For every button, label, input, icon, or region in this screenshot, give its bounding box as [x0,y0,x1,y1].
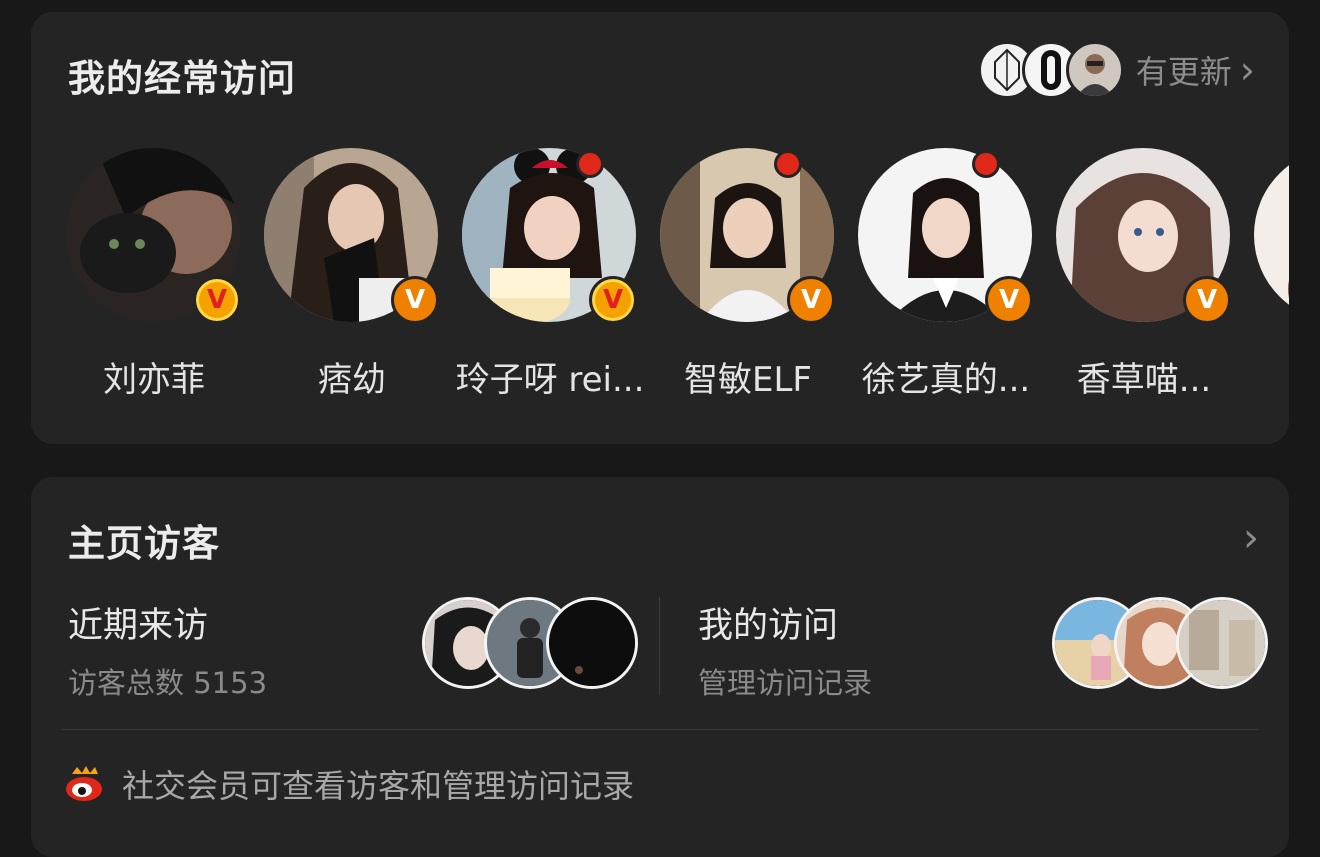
updates-link[interactable]: 有更新 › [977,38,1255,102]
update-avatar-stack [977,41,1124,99]
new-update-dot [576,150,604,178]
homepage-visitors-card: 主页访客 › 近期来访 访客总数 5153 我的访问 管理访问记录 社交会员可查… [31,477,1289,857]
frequent-visits-card: 我的经常访问 有更新 › V 刘亦菲 V 痞幼 V 玲子呀 rei... V 智… [31,12,1289,444]
visitor-avatar [546,597,638,689]
promo-text: 社交会员可查看访客和管理访问记录 [122,767,635,805]
frequent-name: 香草喵... [1076,360,1212,400]
chevron-right-icon[interactable]: › [1243,515,1259,561]
verified-badge-icon: V [589,276,637,324]
update-avatar [1065,41,1124,99]
recent-visitors-title: 近期来访 [68,606,209,646]
my-visits[interactable]: 我的访问 管理访问记录 [698,597,872,702]
verified-badge-icon: V [1183,276,1231,324]
recent-visitor-avatars[interactable] [422,597,638,689]
frequent-name: 玲子呀 rei... [455,360,645,400]
frequent-list: V 刘亦菲 V 痞幼 V 玲子呀 rei... V 智敏ELF V 徐艺真的..… [31,148,1289,418]
frequent-name: 徐艺真的... [861,360,1031,400]
frequent-name: 刘亦菲 [103,360,205,400]
new-update-dot [774,150,802,178]
manage-visits-link: 管理访问记录 [698,666,873,700]
frequent-name: 传奇 [1239,352,1289,401]
updates-label: 有更新 [1135,53,1232,91]
verified-badge-icon: V [985,276,1033,324]
chevron-right-icon: › [1239,48,1255,92]
member-promo[interactable]: 社交会员可查看访客和管理访问记录 [64,761,634,807]
verified-badge-icon: V [193,276,241,324]
verified-badge-icon: V [787,276,835,324]
recent-visitors[interactable]: 近期来访 访客总数 5153 [68,597,267,702]
frequent-name: 智敏ELF [684,360,812,400]
frequent-visits-title: 我的经常访问 [68,57,296,100]
new-update-dot [972,150,1000,178]
avatar [1254,148,1289,322]
visitors-title: 主页访客 [68,522,220,565]
my-visit-avatars[interactable] [1052,597,1268,689]
section-divider [62,729,1258,730]
frequent-name: 痞幼 [318,360,386,400]
verified-badge-icon: V [391,276,439,324]
weibo-logo-icon [66,766,102,801]
visited-avatar [1176,597,1268,689]
visitor-total: 访客总数 5153 [68,666,268,700]
my-visits-title: 我的访问 [698,606,839,646]
column-divider [659,597,660,695]
